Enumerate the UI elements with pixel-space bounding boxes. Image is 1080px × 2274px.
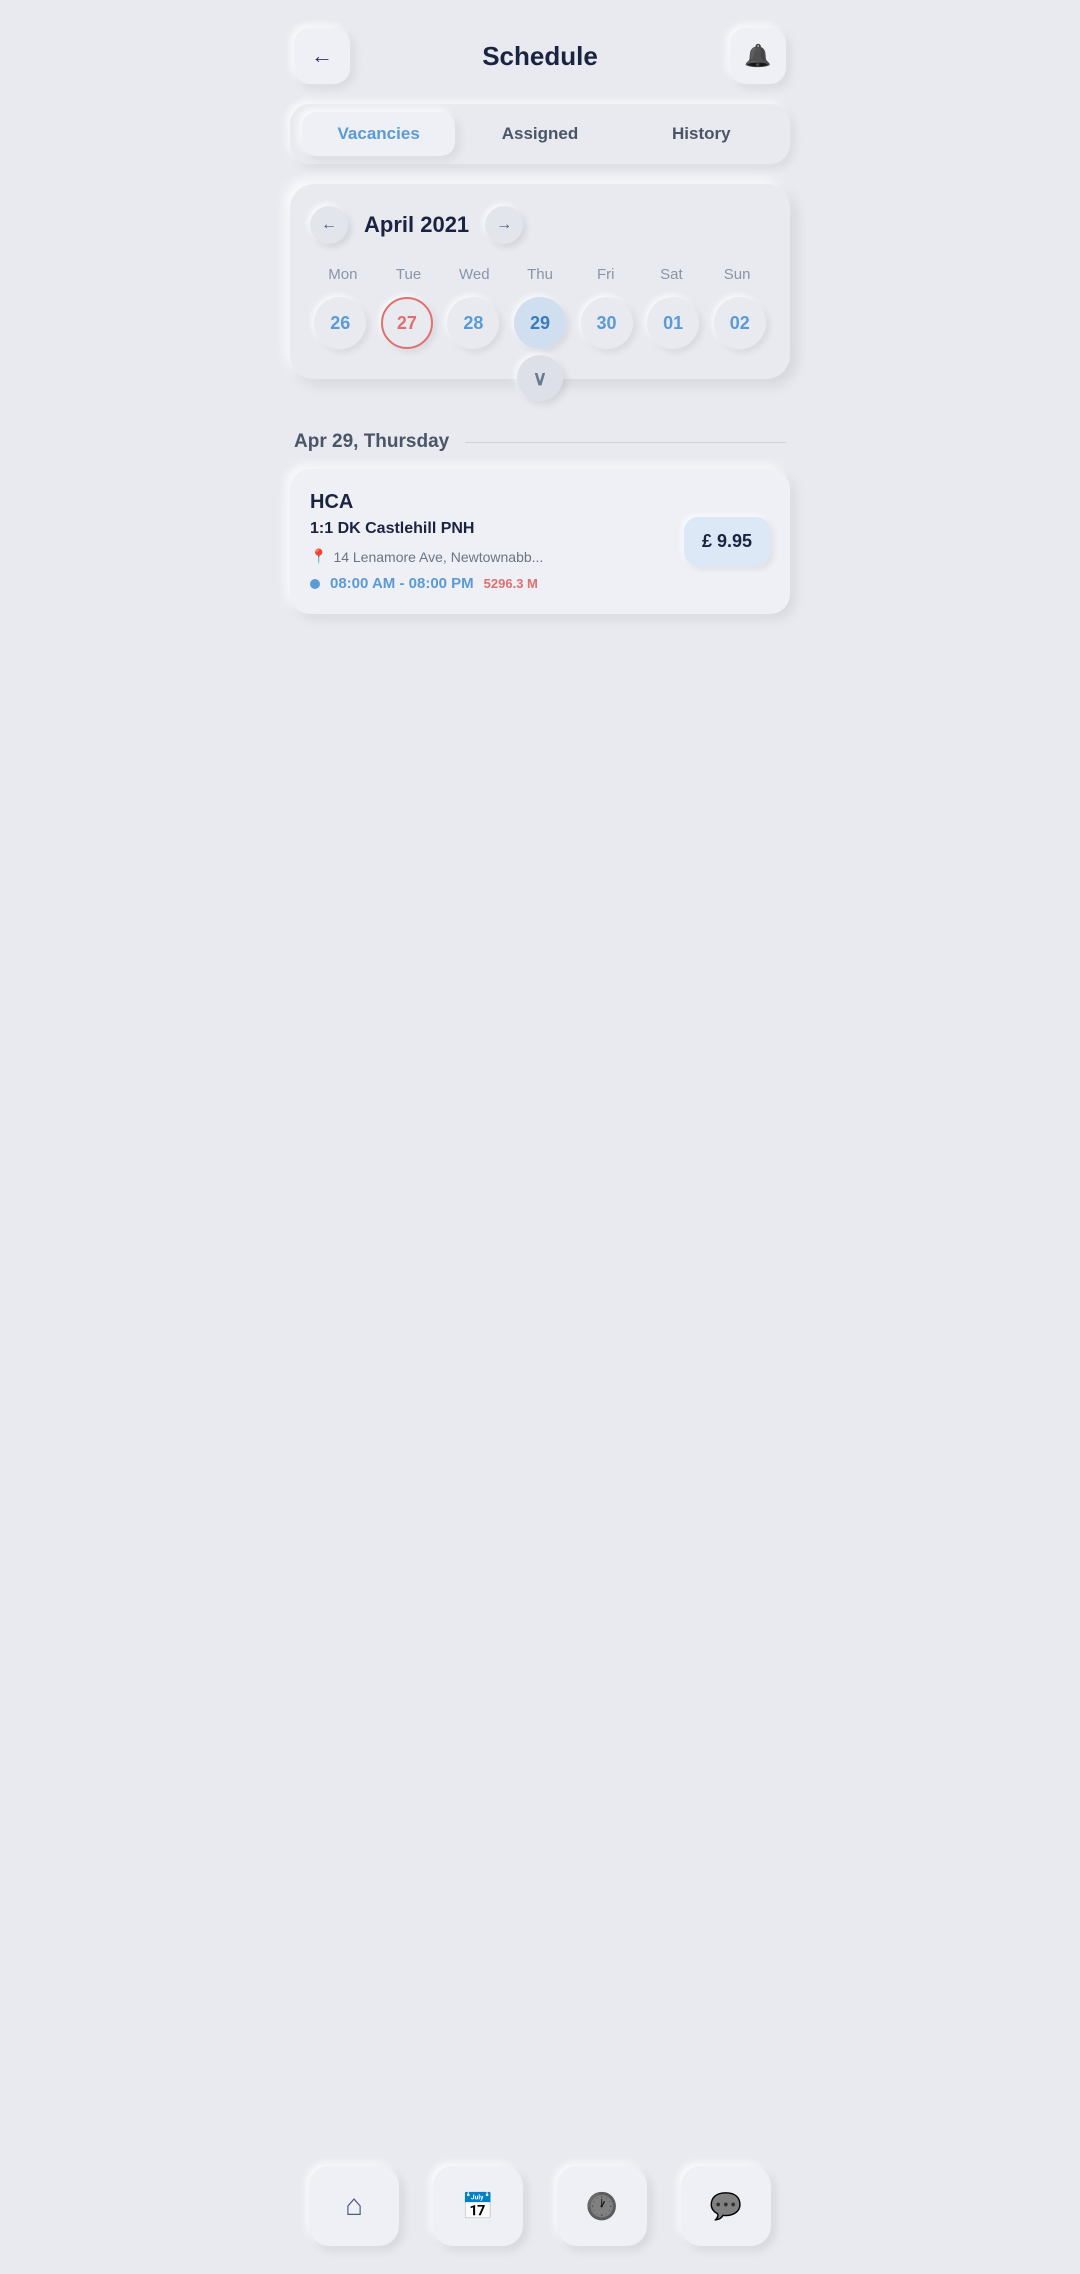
- time-dot-icon: [310, 579, 320, 589]
- date-28[interactable]: 28: [447, 297, 499, 349]
- date-27[interactable]: 27: [381, 297, 433, 349]
- day-label-tue: Tue: [376, 266, 442, 283]
- tab-assigned[interactable]: Assigned: [463, 112, 616, 156]
- bell-icon: [744, 43, 771, 69]
- bottom-nav: [270, 2150, 810, 2274]
- calendar-next-button[interactable]: →: [485, 206, 523, 244]
- next-month-icon: →: [496, 216, 512, 234]
- shift-time-row: 08:00 AM - 08:00 PM 5296.3 M: [310, 575, 684, 592]
- header: Schedule: [270, 0, 810, 104]
- date-01[interactable]: 01: [647, 297, 699, 349]
- tab-bar: Vacancies Assigned History: [290, 104, 790, 164]
- nav-chat-button[interactable]: [681, 2166, 771, 2246]
- expand-calendar-button[interactable]: [517, 355, 563, 401]
- shift-address: 14 Lenamore Ave, Newtownabb...: [333, 549, 543, 565]
- date-30[interactable]: 30: [581, 297, 633, 349]
- day-label-sun: Sun: [704, 266, 770, 283]
- shift-location: 📍 14 Lenamore Ave, Newtownabb...: [310, 548, 684, 565]
- back-button[interactable]: [294, 28, 350, 84]
- selected-date-label: Apr 29, Thursday: [294, 431, 449, 453]
- nav-home-button[interactable]: [309, 2166, 399, 2246]
- calendar-header: ← April 2021 →: [310, 206, 770, 244]
- day-label-thu: Thu: [507, 266, 573, 283]
- location-icon: 📍: [310, 548, 327, 565]
- shift-org: HCA: [310, 491, 684, 514]
- section-divider: [465, 442, 786, 443]
- tab-history[interactable]: History: [625, 112, 778, 156]
- shift-price-badge: £ 9.95: [684, 517, 770, 566]
- day-label-sat: Sat: [639, 266, 705, 283]
- shift-info: HCA 1:1 DK Castlehill PNH 📍 14 Lenamore …: [310, 491, 684, 592]
- tab-vacancies[interactable]: Vacancies: [302, 112, 455, 156]
- chevron-down-icon: [533, 366, 548, 391]
- calendar-month-year: April 2021: [364, 212, 469, 238]
- prev-month-icon: ←: [321, 216, 337, 234]
- back-icon: [311, 43, 333, 69]
- date-26[interactable]: 26: [314, 297, 366, 349]
- calendar-card: ← April 2021 → Mon Tue Wed Thu Fri Sat S…: [290, 184, 790, 379]
- nav-calendar-button[interactable]: [433, 2166, 523, 2246]
- day-label-wed: Wed: [441, 266, 507, 283]
- shift-role: 1:1 DK Castlehill PNH: [310, 520, 684, 538]
- date-section: Apr 29, Thursday: [294, 431, 786, 453]
- day-label-mon: Mon: [310, 266, 376, 283]
- home-icon: [345, 2189, 363, 2223]
- shift-time-value: 08:00 AM - 08:00 PM: [330, 575, 474, 592]
- notification-button[interactable]: [730, 28, 786, 84]
- date-02[interactable]: 02: [714, 297, 766, 349]
- calendar-icon: [462, 2190, 494, 2222]
- nav-clock-button[interactable]: [557, 2166, 647, 2246]
- day-label-fri: Fri: [573, 266, 639, 283]
- calendar-days-header: Mon Tue Wed Thu Fri Sat Sun: [310, 266, 770, 283]
- chat-icon: [710, 2190, 742, 2222]
- clock-icon: [586, 2190, 618, 2222]
- shift-distance: 5296.3 M: [484, 576, 538, 591]
- calendar-prev-button[interactable]: ←: [310, 206, 348, 244]
- date-29[interactable]: 29: [514, 297, 566, 349]
- page-title: Schedule: [482, 41, 598, 72]
- shift-card[interactable]: HCA 1:1 DK Castlehill PNH 📍 14 Lenamore …: [290, 469, 790, 614]
- calendar-dates: 26 27 28 29 30 01 02: [310, 297, 770, 349]
